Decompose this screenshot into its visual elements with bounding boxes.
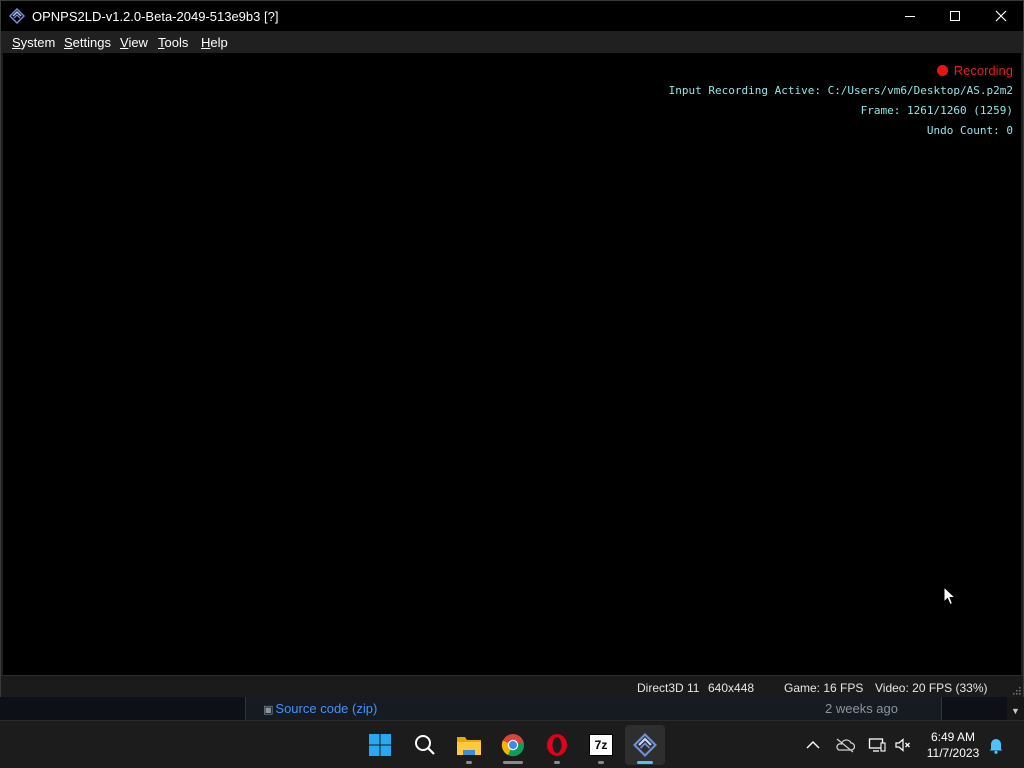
opera-button[interactable] <box>537 725 577 765</box>
input-recording-path: Input Recording Active: C:/Users/vm6/Des… <box>668 84 1013 97</box>
onedrive-tray-button[interactable] <box>835 735 855 755</box>
start-button[interactable] <box>360 725 400 765</box>
onedrive-offline-icon <box>836 738 855 753</box>
resolution-status: 640x448 <box>708 681 755 695</box>
osd-overlay: Recording Input Recording Active: C:/Use… <box>669 63 1013 143</box>
minimize-button[interactable] <box>887 1 933 31</box>
running-indicator <box>466 761 472 764</box>
clock-date: 11/7/2023 <box>926 746 980 760</box>
menu-tools[interactable]: Tools <box>158 35 188 50</box>
mouse-cursor-icon <box>943 586 957 606</box>
active-indicator <box>637 761 653 764</box>
scroll-down-arrow[interactable]: ▼ <box>1007 697 1024 720</box>
frame-counter: Frame: 1261/1260 (1259) <box>860 104 1013 117</box>
maximize-icon <box>950 11 960 21</box>
pcsx2-icon <box>633 733 657 757</box>
7zip-button[interactable]: 7z <box>581 725 621 765</box>
taskbar: 7z 6:49 AM 11/7/2023 <box>0 720 1024 768</box>
title-bar[interactable]: OPNPS2LD-v1.2.0-Beta-2049-513e9b3 [?] <box>1 1 1023 31</box>
7zip-icon: 7z <box>589 734 613 756</box>
running-indicator <box>598 761 604 764</box>
menu-system[interactable]: System <box>12 35 55 50</box>
resize-grip-icon[interactable] <box>1011 685 1021 695</box>
menu-settings[interactable]: Settings <box>64 35 111 50</box>
close-button[interactable] <box>978 1 1024 31</box>
status-bar: Direct3D 11 640x448 Game: 16 FPS Video: … <box>1 675 1023 697</box>
game-fps-status: Game: 16 FPS <box>784 681 864 695</box>
volume-tray-button[interactable] <box>893 735 913 755</box>
zip-file-icon: ▣ <box>263 704 274 716</box>
network-icon <box>868 738 886 752</box>
notifications-button[interactable] <box>986 735 1006 755</box>
show-hidden-icons-button[interactable] <box>803 735 823 755</box>
file-explorer-icon <box>457 737 481 755</box>
search-button[interactable] <box>405 725 445 765</box>
chrome-icon <box>501 734 524 757</box>
maximize-button[interactable] <box>932 1 978 31</box>
release-date-text: 2 weeks ago <box>825 701 898 716</box>
running-indicator <box>503 761 523 764</box>
chevron-up-icon <box>806 741 820 749</box>
window-title: OPNPS2LD-v1.2.0-Beta-2049-513e9b3 [?] <box>32 9 279 24</box>
bell-icon <box>989 739 1003 754</box>
windows-start-icon <box>369 734 391 756</box>
file-explorer-button[interactable] <box>449 725 489 765</box>
background-browser-strip: ▣ Source code (zip) 2 weeks ago ▼ <box>0 697 1024 720</box>
network-tray-button[interactable] <box>867 735 887 755</box>
recording-dot-icon <box>936 65 948 76</box>
close-icon <box>995 10 1007 22</box>
undo-count: Undo Count: 0 <box>926 124 1013 137</box>
pcsx2-taskbar-button[interactable] <box>625 725 665 765</box>
taskbar-clock[interactable]: 6:49 AM 11/7/2023 <box>920 729 986 761</box>
pcsx2-logo-icon <box>8 7 26 25</box>
running-indicator <box>554 761 560 764</box>
7zip-label: 7z <box>594 738 608 752</box>
source-code-link-label: Source code (zip) <box>275 701 378 716</box>
menu-bar: System Settings View Tools Help <box>1 31 1023 53</box>
renderer-status: Direct3D 11 <box>637 681 700 695</box>
minimize-icon <box>905 16 915 17</box>
chrome-button[interactable] <box>493 725 533 765</box>
game-display[interactable]: Recording Input Recording Active: C:/Use… <box>3 53 1021 675</box>
menu-help[interactable]: Help <box>201 35 228 50</box>
emulator-window: OPNPS2LD-v1.2.0-Beta-2049-513e9b3 [?] Sy… <box>0 0 1024 697</box>
clock-time: 6:49 AM <box>930 730 976 744</box>
recording-indicator: Recording <box>669 63 1013 83</box>
search-icon <box>415 735 435 755</box>
volume-muted-icon <box>895 738 910 752</box>
recording-label: Recording <box>953 63 1013 78</box>
opera-icon <box>547 734 567 756</box>
source-code-zip-link[interactable]: ▣ Source code (zip) <box>263 701 377 716</box>
menu-view[interactable]: View <box>120 35 148 50</box>
video-fps-status: Video: 20 FPS (33%) <box>875 681 988 695</box>
